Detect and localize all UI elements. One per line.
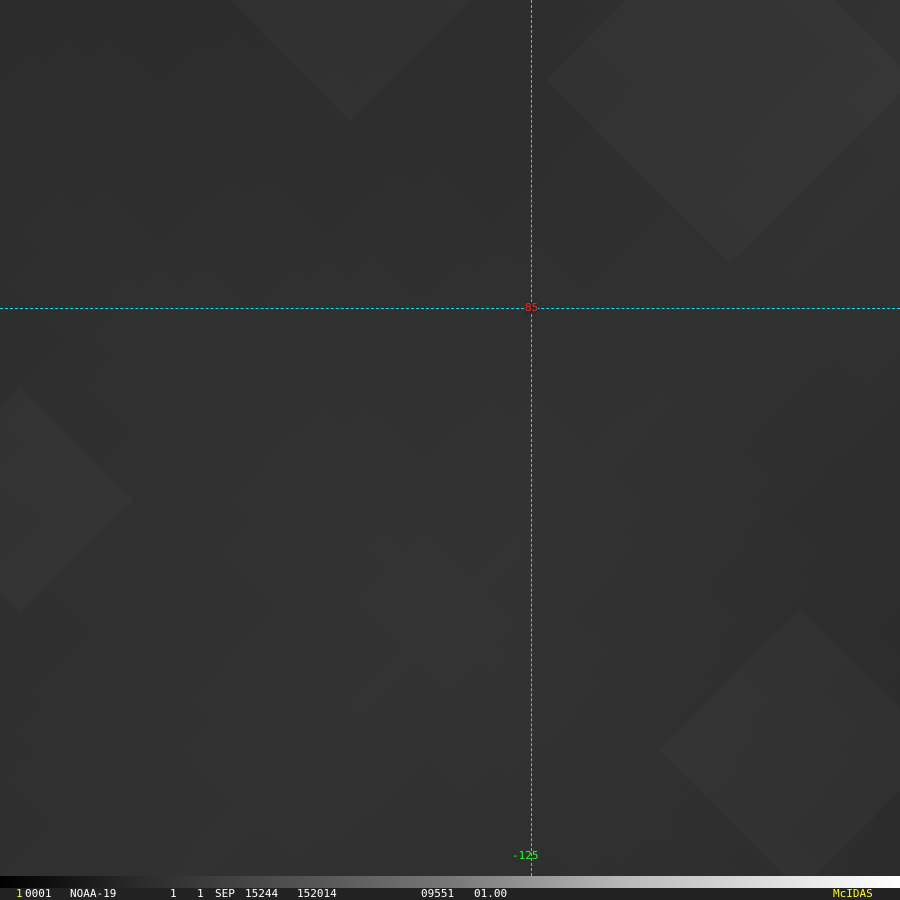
- scale: 01.00: [474, 887, 508, 900]
- longitude-label: -125: [512, 849, 539, 862]
- image-id: 0001: [25, 887, 52, 900]
- band: 1: [170, 887, 177, 900]
- month: SEP: [215, 887, 235, 900]
- mcidas-display: 85 -125 1 0001 NOAA-19 1 1 SEP 15244 152…: [0, 0, 900, 900]
- longitude-line: [531, 0, 532, 876]
- line-number: 09551: [421, 887, 455, 900]
- resolution: 1: [197, 887, 204, 900]
- satellite-image: [0, 0, 900, 876]
- status-line: 1 0001 NOAA-19 1 1 SEP 15244 152014 0955…: [0, 888, 900, 900]
- latitude-line: [0, 308, 900, 309]
- frame-number: 1: [16, 887, 23, 900]
- satellite-name: NOAA-19: [70, 887, 117, 900]
- time: 152014: [297, 887, 337, 900]
- julian-date: 15244: [245, 887, 279, 900]
- mcidas-brand: McIDAS: [833, 887, 873, 900]
- latitude-label: 85: [525, 301, 539, 314]
